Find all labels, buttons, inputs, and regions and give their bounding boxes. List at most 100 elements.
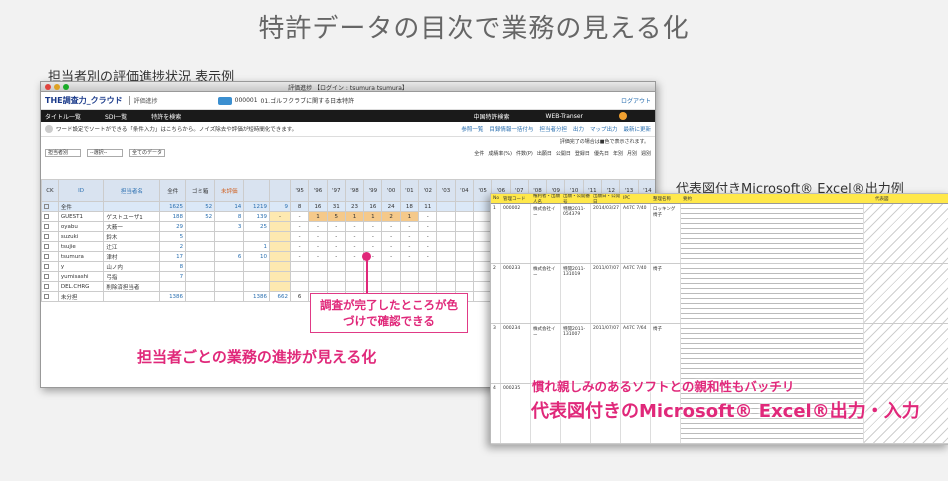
table-cell[interactable]: suzuki [57,231,105,242]
table-cell: - [344,231,365,242]
choice-select[interactable]: --選択-- [87,149,123,157]
table-cell [185,281,216,292]
tool-bulk-assign[interactable]: 目録情報一括付与 [489,125,533,133]
column-header[interactable]: '00 [381,179,401,202]
column-header[interactable]: '01 [399,179,420,202]
table-cell[interactable]: oyabu [57,221,105,232]
column-header[interactable]: 未評価 [214,179,245,202]
tool-assignee-split[interactable]: 担当者分担 [539,125,567,133]
checkbox[interactable] [44,233,49,239]
table-cell [326,281,346,292]
table-cell: 山ノ内 [103,261,161,272]
column-header[interactable]: 全件 [159,179,187,202]
row-checkbox[interactable] [41,231,59,242]
row-checkbox[interactable] [41,241,59,252]
radio-month[interactable]: 月別 [627,150,637,157]
table-cell: - [399,221,420,232]
table-cell [243,271,271,282]
column-header[interactable]: CK [41,179,59,202]
radio-rate[interactable]: 成績率(%) [488,150,512,157]
excel-caption: 代表図付きのMicrosoft® Excel®出力・入力 [531,401,920,422]
row-checkbox[interactable] [41,251,59,262]
column-header[interactable]: '02 [418,179,438,202]
group-select[interactable]: 担当者別 [45,149,81,157]
table-cell [454,201,474,212]
column-header[interactable]: ID [57,179,105,202]
nav-title-list[interactable]: タイトル一覧 [45,112,81,121]
checkbox[interactable] [44,223,49,229]
nav-china-search[interactable]: 中国特許検索 [474,112,510,121]
radio-publication[interactable]: 公開日 [556,150,571,157]
tool-map-output[interactable]: マップ出力 [590,125,618,133]
table-cell[interactable]: GUEST1 [57,211,105,222]
tool-refresh[interactable]: 最新に更新 [623,125,651,133]
table-cell[interactable]: y [57,261,105,272]
radio-count[interactable]: 件数(P) [516,150,533,157]
table-cell: 3 [214,221,245,232]
column-header[interactable]: 担当者名 [103,179,161,202]
table-cell [185,291,216,302]
table-cell: 1 [399,211,420,222]
table-cell[interactable]: tsujie [57,241,105,252]
table-cell[interactable]: tsumura [57,251,105,262]
table-cell: 1 [344,211,365,222]
gear-icon[interactable] [619,112,627,120]
table-cell: - [308,221,328,232]
table-cell [418,261,438,272]
table-cell: - [381,251,401,262]
table-cell: 8 [289,201,310,212]
nav-sdi-list[interactable]: SDI一覧 [105,112,127,121]
row-checkbox[interactable] [41,201,59,212]
column-header[interactable] [269,179,291,202]
checkbox[interactable] [44,253,49,259]
table-cell [243,261,271,272]
row-checkbox[interactable] [41,271,59,282]
checkbox[interactable] [44,243,49,249]
column-header[interactable]: '95 [289,179,310,202]
radio-registration[interactable]: 登録日 [575,150,590,157]
checkbox[interactable] [44,213,49,219]
app-logo[interactable]: THE調査力_クラウド [45,95,123,106]
radio-year[interactable]: 年別 [613,150,623,157]
column-header[interactable]: '03 [436,179,456,202]
checkbox[interactable] [44,293,49,299]
excel-cell: 株式会社イー [531,204,561,263]
table-cell: 1 [308,211,328,222]
row-checkbox[interactable] [41,281,59,292]
checkbox[interactable] [44,283,49,289]
table-cell[interactable]: 未分担 [57,291,105,302]
radio-week[interactable]: 週別 [641,150,651,157]
checkbox[interactable] [44,203,49,209]
table-cell[interactable]: DEL.CHRG [57,281,105,292]
row-checkbox[interactable] [41,291,59,302]
radio-all[interactable]: 全件 [474,150,484,157]
column-header[interactable]: '96 [308,179,328,202]
column-header[interactable]: '04 [454,179,474,202]
row-checkbox[interactable] [41,211,59,222]
tool-reference-list[interactable]: 参照一覧 [461,125,483,133]
column-header[interactable]: '97 [326,179,346,202]
radio-priority[interactable]: 優先日 [594,150,609,157]
data-select[interactable]: 全てのデータ [129,149,165,157]
excel-column-header: 要約 [683,196,692,202]
column-header[interactable] [243,179,271,202]
nav-web-transer[interactable]: WEB-Transer [546,113,583,120]
excel-cell: 特開2011-131019 [561,264,591,323]
table-cell: 16 [308,201,328,212]
table-cell[interactable]: 全件 [57,201,105,212]
checkbox[interactable] [44,273,49,279]
logout-link[interactable]: ログアウト [621,96,651,105]
column-header[interactable]: ゴミ箱 [185,179,216,202]
table-cell[interactable]: yumisashi [57,271,105,282]
tool-output[interactable]: 出力 [573,125,584,133]
row-checkbox[interactable] [41,261,59,272]
table-cell [326,261,346,272]
column-header[interactable]: '99 [363,179,383,202]
table-cell: - [289,221,310,232]
table-cell: 188 [159,211,187,222]
checkbox[interactable] [44,263,49,269]
nav-patent-search[interactable]: 特許を検索 [151,112,181,121]
radio-filing[interactable]: 出願日 [537,150,552,157]
row-checkbox[interactable] [41,221,59,232]
column-header[interactable]: '98 [344,179,365,202]
